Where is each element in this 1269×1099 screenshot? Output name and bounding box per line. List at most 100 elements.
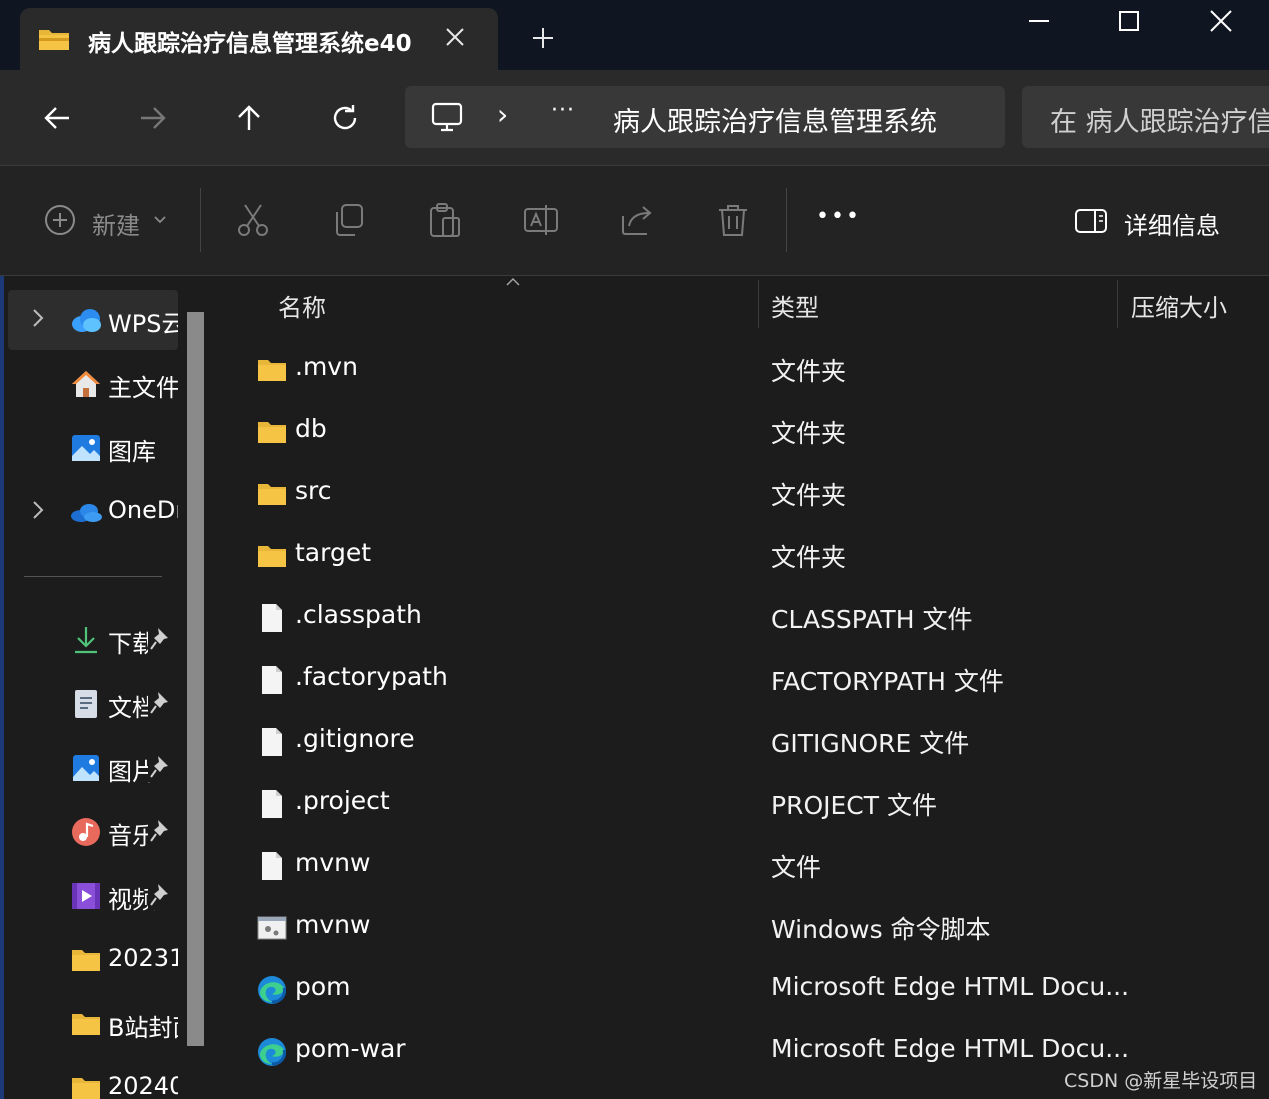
up-button[interactable] [224, 96, 274, 140]
table-row[interactable]: .gitignore GITIGNORE 文件 [218, 710, 1269, 772]
sidebar-item-music[interactable]: 音乐 [0, 802, 178, 862]
file-name: target [295, 538, 372, 567]
sidebar-scrollbar[interactable] [187, 312, 204, 1046]
file-icon [262, 790, 282, 818]
table-row[interactable]: pom Microsoft Edge HTML Docu... [218, 958, 1269, 1020]
edge-icon [258, 1038, 286, 1066]
table-row[interactable]: .mvn 文件夹 [218, 338, 1269, 400]
gallery-icon [72, 435, 100, 461]
rename-icon[interactable] [523, 202, 559, 238]
folder-icon [258, 360, 286, 381]
sidebar-item-folder-20231[interactable]: 20231 [0, 930, 178, 990]
folder-icon [258, 484, 286, 505]
column-header-type[interactable]: 类型 [771, 288, 819, 323]
folder-icon [258, 422, 286, 443]
pictures-icon [73, 755, 99, 781]
table-row[interactable]: mvnw Windows 命令脚本 [218, 896, 1269, 958]
sidebar-item-label: 图库 [108, 438, 156, 466]
sidebar-item-folder-bilibili[interactable]: B站封面 [0, 994, 178, 1054]
paste-icon[interactable] [427, 202, 463, 238]
table-row[interactable]: .classpath CLASSPATH 文件 [218, 586, 1269, 648]
music-icon [72, 818, 100, 846]
tab-active[interactable]: 病人跟踪治疗信息管理系统e40 [20, 8, 498, 72]
sidebar-item-home[interactable]: 主文件夹 [0, 354, 178, 414]
file-type: CLASSPATH 文件 [771, 605, 973, 634]
more-options-button[interactable]: ••• [816, 204, 861, 229]
sidebar-item-label: WPS云 [108, 310, 178, 338]
breadcrumb-separator[interactable]: › [497, 98, 508, 131]
maximize-icon [1119, 11, 1139, 31]
back-button[interactable] [32, 96, 82, 140]
column-header-name[interactable]: 名称 [278, 288, 326, 323]
column-divider[interactable] [758, 280, 759, 328]
file-name: .classpath [295, 600, 422, 629]
cut-icon[interactable] [235, 202, 271, 238]
file-name: src [295, 476, 332, 505]
forward-button[interactable] [128, 96, 178, 140]
breadcrumb-current[interactable]: 病人跟踪治疗信息管理系统 [613, 100, 937, 139]
file-type: 文件夹 [771, 357, 847, 386]
table-row[interactable]: db 文件夹 [218, 400, 1269, 462]
arrow-right-icon [141, 107, 166, 129]
file-type: 文件夹 [771, 419, 847, 448]
breadcrumb-more[interactable]: ··· [551, 98, 575, 123]
table-row[interactable]: src 文件夹 [218, 462, 1269, 524]
table-row[interactable]: .factorypath FACTORYPATH 文件 [218, 648, 1269, 710]
chevron-down-icon [154, 216, 166, 224]
search-box[interactable]: 在 病人跟踪治疗信息管理系统 [1022, 86, 1269, 148]
window-edge [0, 276, 4, 1099]
table-row[interactable]: .project PROJECT 文件 [218, 772, 1269, 834]
pin-icon [148, 880, 174, 910]
folder-icon [72, 950, 100, 971]
refresh-button[interactable] [320, 96, 370, 140]
sidebar-item-downloads[interactable]: 下载 [0, 610, 178, 670]
toolbar-divider [786, 188, 787, 252]
arrow-left-icon [44, 107, 69, 129]
file-name: db [295, 414, 327, 443]
share-icon[interactable] [619, 202, 655, 238]
details-pane-button[interactable]: 详细信息 [1074, 202, 1234, 242]
sidebar-item-wps-cloud[interactable]: WPS云 [8, 290, 178, 350]
pin-icon [148, 816, 174, 846]
computer-icon [431, 102, 463, 132]
file-icon [262, 728, 282, 756]
file-type: Microsoft Edge HTML Docu... [771, 1034, 1130, 1063]
pin-icon [148, 688, 174, 718]
address-bar[interactable]: › ··· 病人跟踪治疗信息管理系统 [405, 86, 1005, 148]
add-circle-icon [45, 205, 75, 235]
file-icon [262, 604, 282, 632]
sidebar-item-folder-20240[interactable]: 20240 [0, 1058, 178, 1099]
sidebar-item-onedrive[interactable]: OneDrive [0, 482, 178, 542]
close-icon [1210, 10, 1232, 32]
sidebar-item-label: OneDrive [108, 496, 178, 524]
file-icon [262, 852, 282, 880]
toolbar-divider [200, 188, 201, 252]
delete-icon[interactable] [715, 202, 751, 238]
wps-cloud-icon [72, 309, 101, 332]
command-bar: 新建 ••• 详细信息 [0, 166, 1269, 276]
minimize-button[interactable] [994, 0, 1084, 42]
close-window-button[interactable] [1176, 0, 1266, 42]
file-type: GITIGNORE 文件 [771, 729, 970, 758]
script-icon [257, 916, 287, 940]
sidebar-item-gallery[interactable]: 图库 [0, 418, 178, 478]
column-divider[interactable] [1117, 280, 1118, 328]
maximize-button[interactable] [1084, 0, 1174, 42]
new-tab-button[interactable] [530, 20, 556, 60]
new-button[interactable]: 新建 [44, 202, 174, 242]
sidebar-item-documents[interactable]: 文档 [0, 674, 178, 734]
copy-icon[interactable] [331, 202, 367, 238]
file-type: FACTORYPATH 文件 [771, 667, 1004, 696]
sidebar-item-videos[interactable]: 视频 [0, 866, 178, 926]
document-icon [75, 690, 97, 718]
column-header-compressed-size[interactable]: 压缩大小 [1131, 288, 1227, 323]
file-name: mvnw [295, 910, 371, 939]
close-tab-icon[interactable] [444, 22, 466, 55]
file-type: Windows 命令脚本 [771, 915, 991, 944]
arrow-up-icon [238, 105, 260, 130]
table-row[interactable]: mvnw 文件 [218, 834, 1269, 896]
sidebar-item-label: 20231 [108, 944, 178, 972]
file-type: PROJECT 文件 [771, 791, 937, 820]
sidebar-item-pictures[interactable]: 图片 [0, 738, 178, 798]
table-row[interactable]: target 文件夹 [218, 524, 1269, 586]
